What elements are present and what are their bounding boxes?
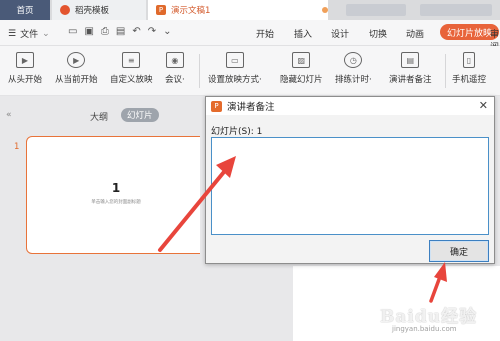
tab-bar: 首页 稻壳模板 P 演示文稿1 xyxy=(0,0,500,20)
speaker-notes-dialog: P 演讲者备注 ✕ 幻灯片(S): 1 确定 xyxy=(205,96,495,264)
menu-home[interactable]: 开始 xyxy=(256,27,274,40)
baidu-watermark: Baidu经验 jingyan.baidu.com xyxy=(380,300,495,338)
chevron-down-icon[interactable]: ⌄ xyxy=(163,26,171,37)
rehearse-timer-label: 排练计时· xyxy=(335,75,372,85)
play-current-label: 从当前开始 xyxy=(55,75,98,85)
file-menu-label: 文件 xyxy=(20,30,39,40)
tab-document[interactable]: P 演示文稿1 xyxy=(148,0,328,20)
speaker-notes-button[interactable]: ▤ 演讲者备注 xyxy=(389,52,432,85)
speaker-notes-label: 演讲者备注 xyxy=(389,75,432,85)
save-icon[interactable]: ▣ xyxy=(84,26,93,37)
undo-icon[interactable]: ↶ xyxy=(132,26,140,37)
slide-number: 1 xyxy=(14,142,20,152)
meeting-button[interactable]: ◉ 会议· xyxy=(165,52,185,85)
file-menu[interactable]: ☰ 文件 ⌄ xyxy=(8,27,50,41)
open-icon[interactable]: ▭ xyxy=(68,26,77,37)
setup-show-label: 设置放映方式· xyxy=(208,75,262,85)
play-from-start-button[interactable]: ▶ 从头开始 xyxy=(8,52,42,85)
quick-access-toolbar: ▭ ▣ ⎙ ▤ ↶ ↷ ⌄ xyxy=(68,26,172,37)
custom-show-icon: ≡ xyxy=(122,52,141,68)
slide-panel: « 大纲 幻灯片 1 1 单击输入您的封面副标题 xyxy=(0,96,206,341)
watermark-url: jingyan.baidu.com xyxy=(392,325,457,333)
ok-button[interactable]: 确定 xyxy=(429,240,489,262)
rehearse-timer-icon: ◷ xyxy=(344,52,363,68)
slide-label: 幻灯片(S): 1 xyxy=(211,127,263,137)
dialog-titlebar: P 演讲者备注 ✕ xyxy=(206,97,494,115)
custom-show-label: 自定义放映 xyxy=(110,75,153,85)
unsaved-dot-icon xyxy=(322,7,328,13)
custom-show-button[interactable]: ≡ 自定义放映 xyxy=(110,52,153,85)
print-icon[interactable]: ⎙ xyxy=(101,26,109,37)
collapse-panel-icon[interactable]: « xyxy=(6,110,12,120)
tab-home[interactable]: 首页 xyxy=(0,0,50,20)
hamburger-icon: ☰ xyxy=(8,28,17,39)
thumbnail-subtitle: 单击输入您的封面副标题 xyxy=(91,200,141,205)
play-from-start-label: 从头开始 xyxy=(8,75,43,85)
hide-slide-button[interactable]: ▨ 隐藏幻灯片 xyxy=(280,52,323,85)
tab-template-label: 稻壳模板 xyxy=(75,6,110,16)
ribbon: ▶ 从头开始 ▶ 从当前开始 ≡ 自定义放映 ◉ 会议· ▭ 设置放映方式· ▨… xyxy=(0,46,500,96)
ribbon-divider xyxy=(445,54,446,88)
slide-thumbnail[interactable]: 1 单击输入您的封面副标题 xyxy=(26,136,206,254)
close-icon[interactable]: ✕ xyxy=(479,99,488,112)
hide-slide-icon: ▨ xyxy=(292,52,311,68)
play-current-icon: ▶ xyxy=(67,52,86,68)
tab-home-label: 首页 xyxy=(16,6,34,16)
rehearse-timer-button[interactable]: ◷ 排练计时· xyxy=(335,52,372,85)
play-from-start-icon: ▶ xyxy=(16,52,34,68)
thumbnail-title: 1 xyxy=(111,181,121,195)
ribbon-divider xyxy=(199,54,200,88)
dialog-title: 演讲者备注 xyxy=(227,102,275,113)
blurred-region xyxy=(346,4,406,16)
menu-design[interactable]: 设计 xyxy=(331,27,349,40)
redo-icon[interactable]: ↷ xyxy=(148,26,156,37)
speaker-notes-icon: ▤ xyxy=(401,52,420,68)
docer-logo-icon xyxy=(60,5,70,15)
menu-insert[interactable]: 插入 xyxy=(294,27,312,40)
phone-remote-icon: ▯ xyxy=(463,52,475,68)
hide-slide-label: 隐藏幻灯片 xyxy=(280,75,323,85)
presentation-icon: P xyxy=(211,100,222,112)
menu-transition[interactable]: 切换 xyxy=(369,27,387,40)
phone-remote-label: 手机遥控 xyxy=(452,75,487,85)
play-current-button[interactable]: ▶ 从当前开始 xyxy=(55,52,98,85)
meeting-icon: ◉ xyxy=(165,52,184,68)
setup-show-icon: ▭ xyxy=(225,52,244,68)
phone-remote-button[interactable]: ▯ 手机遥控 xyxy=(452,52,486,85)
presentation-icon: P xyxy=(156,5,166,15)
preview-icon[interactable]: ▤ xyxy=(116,26,125,37)
outline-view-tab[interactable]: 大纲 xyxy=(90,110,108,123)
setup-show-button[interactable]: ▭ 设置放映方式· xyxy=(208,52,262,85)
menu-bar: ☰ 文件 ⌄ ▭ ▣ ⎙ ▤ ↶ ↷ ⌄ 开始 插入 设计 切换 动画 幻灯片放… xyxy=(0,20,500,53)
notes-textarea[interactable] xyxy=(211,137,489,235)
menu-animation[interactable]: 动画 xyxy=(406,27,424,40)
watermark-logo: Baidu经验 xyxy=(380,307,478,327)
meeting-label: 会议· xyxy=(165,75,185,85)
chevron-down-icon: ⌄ xyxy=(42,28,50,39)
slides-view-tab[interactable]: 幻灯片 xyxy=(121,108,159,122)
tab-document-label: 演示文稿1 xyxy=(171,6,211,16)
tab-template[interactable]: 稻壳模板 xyxy=(52,0,146,20)
blurred-region xyxy=(420,4,492,16)
